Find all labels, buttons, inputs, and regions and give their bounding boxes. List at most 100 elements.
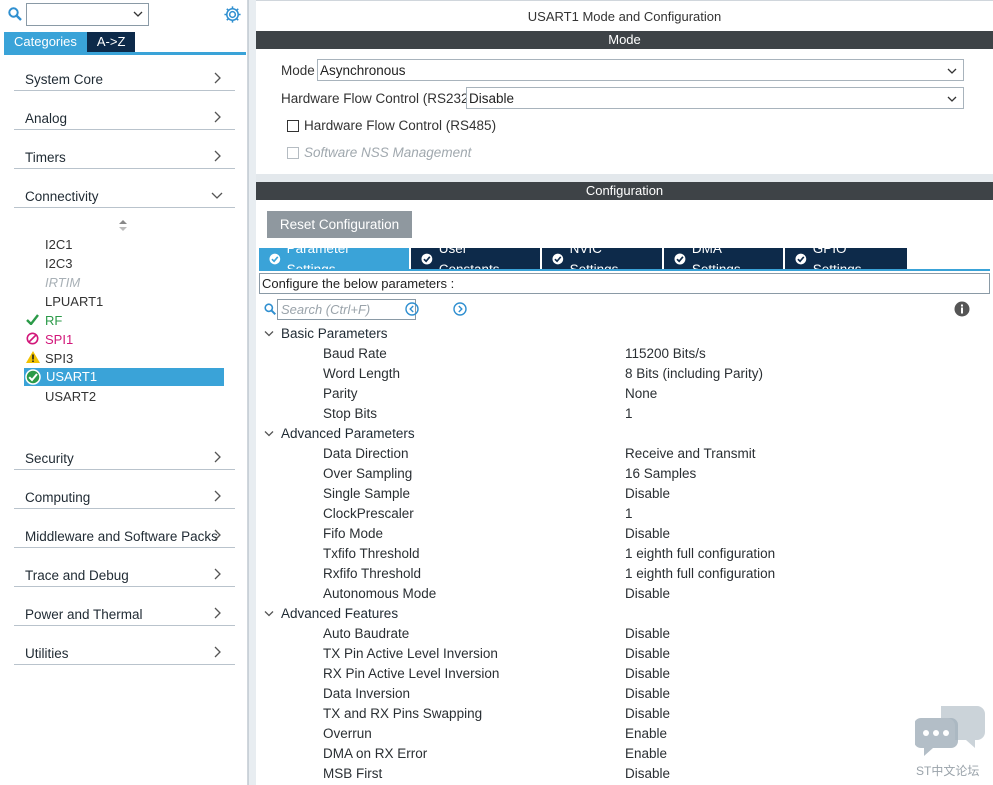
peripheral-i2c3[interactable]: I2C3 — [45, 256, 72, 271]
tab-dma-settings[interactable]: DMA Settings — [664, 241, 783, 277]
tab-nvic-settings[interactable]: NVIC Settings — [542, 241, 662, 277]
panel-splitter[interactable] — [248, 0, 256, 785]
config-tabs: Parameter Settings User Constants NVIC S… — [259, 241, 909, 277]
chevron-down-icon — [264, 611, 274, 617]
disabled-icon — [26, 332, 39, 345]
chevron-right-icon — [214, 111, 221, 123]
category-analog[interactable]: Analog — [14, 108, 235, 130]
category-system-core[interactable]: System Core — [14, 69, 235, 91]
category-power-and-thermal[interactable]: Power and Thermal — [14, 604, 235, 626]
param-name: Single Sample — [323, 486, 411, 501]
next-match-icon[interactable] — [453, 302, 467, 316]
section-divider — [256, 174, 993, 182]
param-name: Word Length — [323, 366, 401, 381]
peripheral-usart2[interactable]: USART2 — [45, 389, 96, 404]
param-name: Data Direction — [323, 446, 409, 461]
category-middleware[interactable]: Middleware and Software Packs — [14, 526, 235, 548]
tabs-underline — [259, 269, 990, 271]
nss-label: Software NSS Management — [304, 145, 472, 160]
warning-icon — [26, 351, 40, 363]
peripheral-usart1[interactable]: USART1 — [24, 368, 224, 386]
param-value[interactable]: Disable — [625, 586, 670, 601]
category-security[interactable]: Security — [14, 448, 235, 470]
check-circle-icon — [269, 253, 281, 264]
tab-parameter-settings[interactable]: Parameter Settings — [259, 241, 409, 277]
param-value[interactable]: 1 — [625, 406, 633, 421]
tab-categories[interactable]: Categories — [4, 32, 87, 52]
configure-hint-box: Configure the below parameters : — [259, 273, 990, 294]
peripheral-spi3[interactable]: SPI3 — [45, 351, 73, 366]
previous-match-icon[interactable] — [405, 302, 419, 316]
param-name: Fifo Mode — [323, 526, 384, 541]
param-value[interactable]: 1 — [625, 506, 633, 521]
param-value[interactable]: 115200 Bits/s — [625, 346, 706, 361]
param-value[interactable]: 1 eighth full configuration — [625, 566, 775, 581]
chevron-right-icon — [214, 646, 221, 658]
chevron-right-icon — [214, 607, 221, 619]
param-value[interactable]: Disable — [625, 706, 670, 721]
param-value[interactable]: Disable — [625, 766, 670, 781]
hfc485-label: Hardware Flow Control (RS485) — [304, 118, 497, 133]
chevron-down-icon — [264, 331, 274, 337]
peripheral-lpuart1[interactable]: LPUART1 — [45, 294, 103, 309]
chevron-down-icon — [133, 11, 143, 17]
category-utilities[interactable]: Utilities — [14, 643, 235, 665]
tab-gpio-settings[interactable]: GPIO Settings — [785, 241, 907, 277]
hfc232-value: Disable — [469, 91, 515, 106]
category-computing[interactable]: Computing — [14, 487, 235, 509]
category-label: Timers — [25, 150, 66, 165]
info-icon[interactable] — [954, 301, 970, 317]
param-value[interactable]: Receive and Transmit — [625, 446, 756, 461]
param-value[interactable]: Disable — [625, 646, 670, 661]
hfc485-checkbox[interactable] — [287, 120, 299, 132]
param-value[interactable]: None — [625, 386, 657, 401]
peripheral-irtim[interactable]: IRTIM — [45, 275, 80, 290]
param-value[interactable]: Disable — [625, 486, 670, 501]
param-name: Stop Bits — [323, 406, 378, 421]
param-value[interactable]: Disable — [625, 666, 670, 681]
tab-a-z[interactable]: A->Z — [86, 32, 136, 52]
chevron-right-icon — [214, 490, 221, 502]
param-value[interactable]: 8 Bits (including Parity) — [625, 366, 763, 381]
category-connectivity[interactable]: Connectivity — [14, 186, 235, 208]
chevron-right-icon — [214, 150, 221, 162]
param-name: Autonomous Mode — [323, 586, 437, 601]
param-value[interactable]: Disable — [625, 686, 670, 701]
category-label: Power and Thermal — [25, 607, 143, 622]
category-label: Trace and Debug — [25, 568, 129, 583]
category-panel: Categories A->Z System Core Analog Timer… — [0, 0, 248, 785]
param-name: TX and RX Pins Swapping — [323, 706, 483, 721]
mode-value: Asynchronous — [320, 63, 406, 78]
check-circle-icon — [795, 253, 807, 264]
param-name: Baud Rate — [323, 346, 387, 361]
search-icon[interactable] — [8, 7, 22, 21]
peripheral-i2c1[interactable]: I2C1 — [45, 237, 72, 252]
param-value[interactable]: 1 eighth full configuration — [625, 546, 775, 561]
left-search-combo[interactable] — [26, 3, 149, 26]
param-value[interactable]: Disable — [625, 526, 670, 541]
mode-select[interactable]: Asynchronous — [317, 59, 964, 81]
category-timers[interactable]: Timers — [14, 147, 235, 169]
param-value[interactable]: Enable — [625, 726, 667, 741]
sort-icon[interactable] — [118, 220, 128, 231]
param-value[interactable]: Disable — [625, 626, 670, 641]
gear-icon[interactable] — [223, 5, 242, 24]
group-label: Advanced Features — [281, 606, 399, 621]
tab-user-constants[interactable]: User Constants — [411, 241, 540, 277]
param-value[interactable]: 16 Samples — [625, 466, 696, 481]
mode-section-bar: Mode — [256, 31, 993, 49]
category-trace-and-debug[interactable]: Trace and Debug — [14, 565, 235, 587]
param-value[interactable]: Enable — [625, 746, 667, 761]
check-circle-icon — [421, 253, 433, 264]
param-name: MSB First — [323, 766, 383, 781]
reset-configuration-button[interactable]: Reset Configuration — [267, 211, 412, 238]
peripheral-spi1[interactable]: SPI1 — [45, 332, 73, 347]
hfc232-select[interactable]: Disable — [466, 87, 964, 109]
group-label: Advanced Parameters — [281, 426, 415, 441]
parameter-search-input[interactable]: Search (Ctrl+F) — [277, 299, 416, 320]
check-circle-icon — [552, 253, 564, 264]
category-label: Utilities — [25, 646, 69, 661]
param-name: Parity — [323, 386, 358, 401]
peripheral-rf[interactable]: RF — [45, 313, 62, 328]
panel-title: USART1 Mode and Configuration — [256, 0, 993, 31]
